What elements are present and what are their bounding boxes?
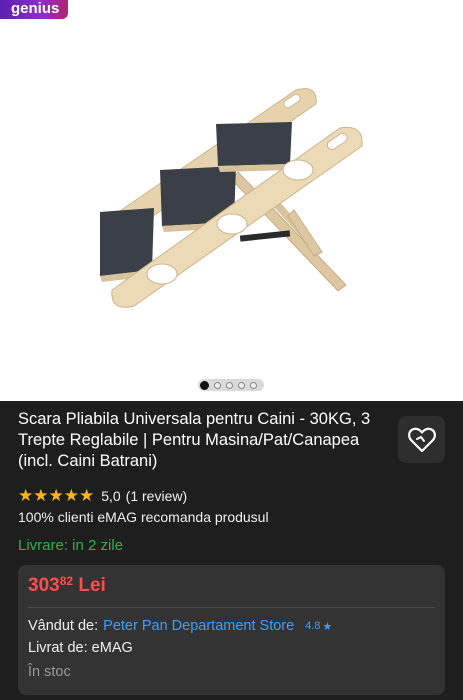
recommendation-text: 100% clienti eMAG recomanda produsul <box>18 509 269 525</box>
price-currency: Lei <box>78 575 106 596</box>
price-main: 303 <box>28 575 60 596</box>
star-icon: ★ <box>322 620 333 633</box>
carousel-dot[interactable] <box>238 381 245 389</box>
rating-stars: ★★★★★ <box>18 486 95 505</box>
product-image[interactable] <box>0 0 463 401</box>
heart-icon <box>407 427 436 452</box>
offer-card: 30382 Lei Vândut de: Peter Pan Departame… <box>18 565 445 695</box>
add-to-favorites-button[interactable] <box>398 416 445 463</box>
product-title: Scara Pliabila Universala pentru Caini -… <box>18 410 371 470</box>
price-cents: 82 <box>59 574 74 588</box>
divider <box>28 607 435 608</box>
product-gallery[interactable]: genius <box>0 0 463 401</box>
price: 30382 Lei <box>28 574 106 597</box>
seller-row: Vândut de: Peter Pan Departament Store 4… <box>28 618 332 634</box>
carousel-dot[interactable] <box>250 381 257 389</box>
shipped-by: Livrat de: eMAG <box>28 640 133 656</box>
carousel-dot[interactable] <box>226 381 233 389</box>
review-count-link[interactable]: (1 review) <box>126 488 187 504</box>
genius-badge: genius <box>0 0 68 19</box>
carousel-dot[interactable] <box>200 380 209 390</box>
stock-status: În stoc <box>28 664 71 680</box>
seller-name-link[interactable]: Peter Pan Departament Store <box>103 618 294 634</box>
seller-rating[interactable]: 4.8 ★ <box>305 620 332 633</box>
seller-rating-value: 4.8 <box>305 620 321 632</box>
sold-by-label: Vândut de: <box>28 618 99 634</box>
rating-row[interactable]: ★★★★★ 5,0 (1 review) <box>18 486 187 506</box>
rating-value: 5,0 <box>101 488 121 504</box>
carousel-dot[interactable] <box>214 381 221 389</box>
image-carousel-indicator[interactable] <box>198 379 264 391</box>
delivery-estimate: Livrare: in 2 zile <box>18 537 124 554</box>
